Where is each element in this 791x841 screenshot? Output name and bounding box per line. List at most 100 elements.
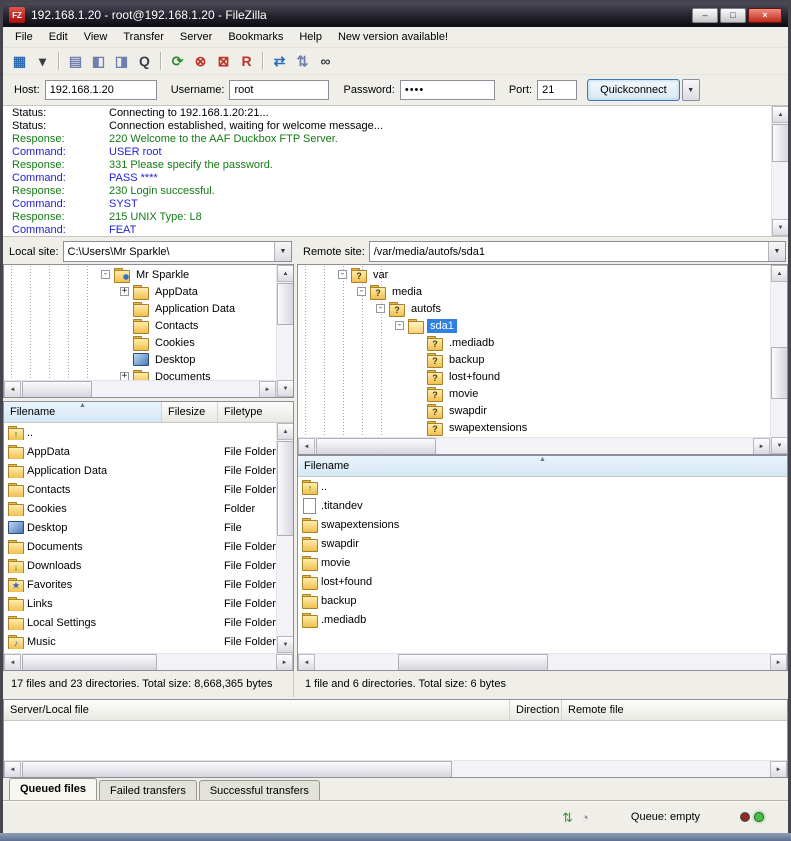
tree-item[interactable]: - var xyxy=(298,266,770,283)
local-list-vscrollbar[interactable]: ▲ ▼ xyxy=(276,423,293,653)
file-row[interactable]: Application Data File Folder xyxy=(4,461,276,480)
quickconnect-dropdown[interactable]: ▼ xyxy=(682,79,700,101)
expander-icon[interactable]: - xyxy=(376,304,385,313)
scrollbar-thumb[interactable] xyxy=(772,124,788,162)
scroll-down-icon[interactable]: ▼ xyxy=(277,636,294,653)
expander-icon[interactable]: - xyxy=(357,287,366,296)
remote-site-combo[interactable]: /var/media/autofs/sda1 ▼ xyxy=(369,241,786,262)
file-row[interactable]: Downloads File Folder xyxy=(4,556,276,575)
username-input[interactable] xyxy=(229,80,329,100)
column-header-filetype[interactable]: Filetype xyxy=(218,402,293,423)
host-input[interactable] xyxy=(45,80,157,100)
reconnect-button[interactable]: R xyxy=(235,50,258,73)
toggle-message-log-button[interactable]: ▤ xyxy=(64,50,87,73)
directory-comparison-button[interactable]: ⇄ xyxy=(268,50,291,73)
file-row[interactable]: Local Settings File Folder xyxy=(4,613,276,632)
menu-item[interactable]: Bookmarks xyxy=(220,28,291,46)
file-row[interactable]: Links File Folder xyxy=(4,594,276,613)
speed-limit-icon[interactable]: ◔ xyxy=(581,811,589,824)
maximize-button[interactable]: □ xyxy=(720,8,746,23)
file-row[interactable]: .titandev xyxy=(298,496,787,515)
queue-tab[interactable]: Successful transfers xyxy=(199,780,320,800)
expander-icon[interactable]: - xyxy=(338,270,347,279)
scroll-up-icon[interactable]: ▲ xyxy=(277,265,294,282)
menu-item[interactable]: Transfer xyxy=(115,28,172,46)
scroll-up-icon[interactable]: ▲ xyxy=(772,106,788,123)
scroll-right-icon[interactable]: ► xyxy=(770,654,787,671)
refresh-button[interactable]: ⟳ xyxy=(166,50,189,73)
scroll-left-icon[interactable]: ◄ xyxy=(298,654,315,671)
tree-item[interactable]: swapdir xyxy=(298,402,770,419)
tree-item[interactable]: - sda1 xyxy=(298,317,770,334)
tree-item[interactable]: swapextensions xyxy=(298,419,770,436)
tree-item[interactable]: .mediadb xyxy=(298,334,770,351)
file-row[interactable]: swapdir xyxy=(298,534,787,553)
scrollbar-thumb[interactable] xyxy=(277,283,294,325)
file-row[interactable]: .. xyxy=(298,477,787,496)
local-tree-vscrollbar[interactable]: ▲ ▼ xyxy=(276,265,293,397)
queue-tab[interactable]: Queued files xyxy=(9,778,97,800)
disconnect-button[interactable]: ⊠ xyxy=(212,50,235,73)
expander-icon[interactable]: - xyxy=(101,270,110,279)
scrollbar-thumb[interactable] xyxy=(398,654,548,671)
scroll-left-icon[interactable]: ◄ xyxy=(298,438,315,455)
file-row[interactable]: Documents File Folder xyxy=(4,537,276,556)
tree-item[interactable]: + AppData xyxy=(4,283,276,300)
tree-item[interactable]: backup xyxy=(298,351,770,368)
queue-tab[interactable]: Failed transfers xyxy=(99,780,197,800)
scrollbar-thumb[interactable] xyxy=(22,381,92,398)
column-header-filesize[interactable]: Filesize xyxy=(162,402,218,423)
expander-icon[interactable]: - xyxy=(395,321,404,330)
expander-icon[interactable]: + xyxy=(120,287,129,296)
menu-item[interactable]: File xyxy=(7,28,41,46)
scroll-down-icon[interactable]: ▼ xyxy=(771,437,788,454)
file-row[interactable]: swapextensions xyxy=(298,515,787,534)
toggle-queue-button[interactable]: Q xyxy=(133,50,156,73)
scroll-up-icon[interactable]: ▲ xyxy=(771,265,788,282)
file-row[interactable]: AppData File Folder xyxy=(4,442,276,461)
tree-item[interactable]: lost+found xyxy=(298,368,770,385)
scroll-right-icon[interactable]: ► xyxy=(276,654,293,671)
menu-item[interactable]: Help xyxy=(291,28,330,46)
scrollbar-thumb[interactable] xyxy=(316,438,436,455)
toggle-remote-tree-button[interactable]: ◨ xyxy=(110,50,133,73)
file-row[interactable]: Contacts File Folder xyxy=(4,480,276,499)
remote-list-hscrollbar[interactable]: ◄ ► xyxy=(298,653,787,670)
tree-item[interactable]: + Documents xyxy=(4,368,276,380)
port-input[interactable] xyxy=(537,80,577,100)
quickconnect-button[interactable]: Quickconnect xyxy=(587,79,680,101)
queue-hscrollbar[interactable]: ◄ ► xyxy=(4,760,787,777)
log-scrollbar[interactable]: ▲ ▼ xyxy=(771,106,788,236)
file-row[interactable]: lost+found xyxy=(298,572,787,591)
expander-icon[interactable]: + xyxy=(120,372,129,380)
chevron-down-icon[interactable]: ▼ xyxy=(274,242,291,261)
menu-item[interactable]: View xyxy=(76,28,116,46)
menu-item[interactable]: Server xyxy=(172,28,220,46)
file-row[interactable]: backup xyxy=(298,591,787,610)
toggle-local-tree-button[interactable]: ◧ xyxy=(87,50,110,73)
remote-tree-hscrollbar[interactable]: ◄ ► xyxy=(298,437,770,454)
synchronized-browsing-button[interactable]: ⇅ xyxy=(291,50,314,73)
tree-item[interactable]: Contacts xyxy=(4,317,276,334)
column-header-direction[interactable]: Direction xyxy=(510,700,562,721)
scrollbar-thumb[interactable] xyxy=(22,654,157,671)
site-manager-dropdown[interactable]: ▾ xyxy=(31,50,54,73)
scroll-right-icon[interactable]: ► xyxy=(753,438,770,455)
file-row[interactable]: .. xyxy=(4,423,276,442)
column-header-server-local-file[interactable]: Server/Local file xyxy=(4,700,510,721)
scroll-right-icon[interactable]: ► xyxy=(259,381,276,398)
column-header-remote-file[interactable]: Remote file xyxy=(562,700,787,721)
scrollbar-thumb[interactable] xyxy=(771,347,788,399)
file-row[interactable]: Desktop File xyxy=(4,518,276,537)
scroll-left-icon[interactable]: ◄ xyxy=(4,761,21,778)
scroll-left-icon[interactable]: ◄ xyxy=(4,654,21,671)
find-files-button[interactable]: ∞ xyxy=(314,50,337,73)
cancel-button[interactable]: ⊗ xyxy=(189,50,212,73)
file-row[interactable]: Music File Folder xyxy=(4,632,276,651)
password-input[interactable] xyxy=(400,80,495,100)
tree-item[interactable]: Cookies xyxy=(4,334,276,351)
local-site-combo[interactable]: C:\Users\Mr Sparkle\ ▼ xyxy=(63,241,292,262)
file-row[interactable]: Cookies Folder xyxy=(4,499,276,518)
scroll-right-icon[interactable]: ► xyxy=(770,761,787,778)
tree-item[interactable]: - media xyxy=(298,283,770,300)
